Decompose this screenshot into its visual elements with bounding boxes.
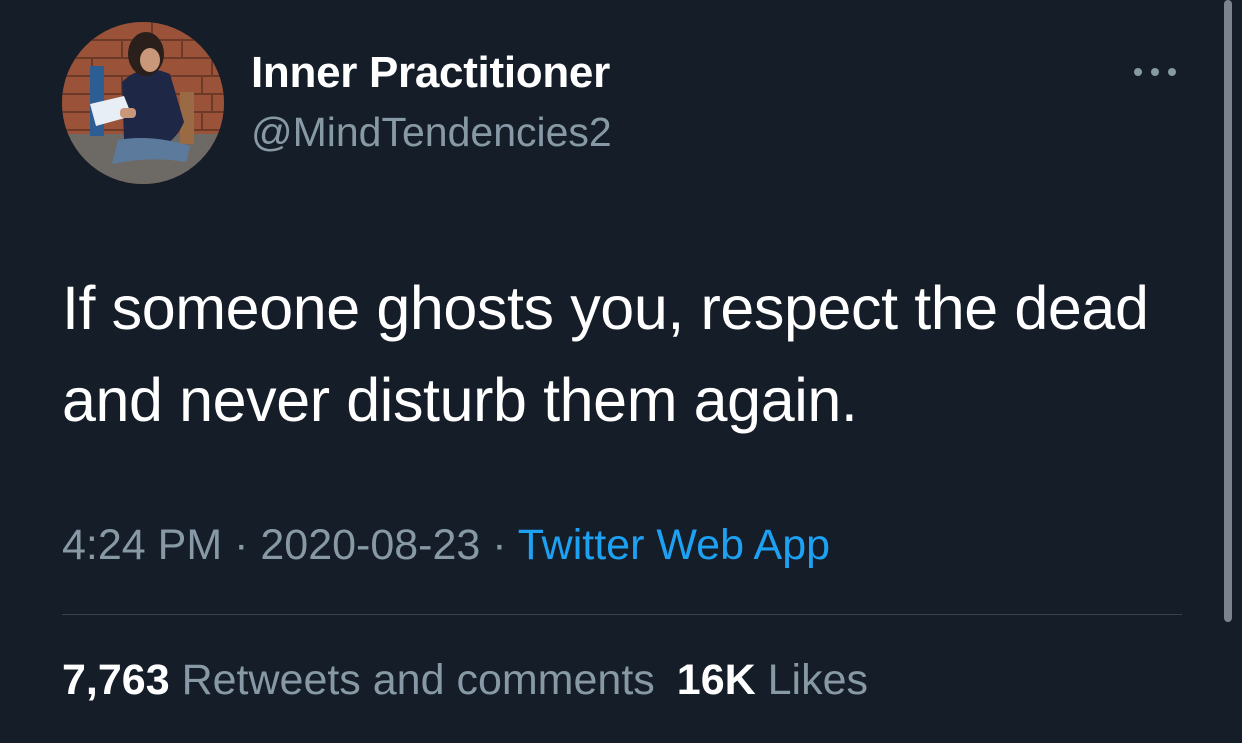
scrollbar[interactable] (1224, 0, 1232, 622)
retweets-count: 7,763 (62, 656, 170, 704)
tweet-source-link[interactable]: Twitter Web App (518, 521, 830, 569)
tweet-date[interactable]: 2020-08-23 (260, 521, 480, 569)
likes-stat[interactable]: 16K Likes (677, 652, 868, 708)
avatar[interactable] (62, 22, 224, 184)
more-options-button[interactable] (1126, 54, 1184, 90)
meta-separator: · (222, 521, 261, 569)
user-handle[interactable]: @MindTendencies2 (251, 106, 612, 158)
tweet-time[interactable]: 4:24 PM (62, 521, 222, 569)
tweet-stats: 7,763 Retweets and comments 16K Likes (62, 652, 890, 708)
likes-count: 16K (676, 656, 756, 704)
divider (62, 614, 1182, 615)
tweet-text: If someone ghosts you, respect the dead … (62, 274, 1149, 434)
more-horizontal-icon (1134, 68, 1176, 76)
retweets-stat[interactable]: 7,763 Retweets and comments (62, 652, 655, 708)
tweet-metadata: 4:24 PM · 2020-08-23 · Twitter Web App (62, 517, 830, 573)
display-name[interactable]: Inner Practitioner (251, 46, 610, 100)
tweet-detail: Inner Practitioner @MindTendencies2 If s… (0, 0, 1242, 743)
user-photo-icon (62, 22, 224, 184)
meta-separator-2: · (480, 521, 518, 569)
retweets-label: Retweets and comments (181, 656, 655, 704)
likes-label: Likes (767, 656, 869, 704)
